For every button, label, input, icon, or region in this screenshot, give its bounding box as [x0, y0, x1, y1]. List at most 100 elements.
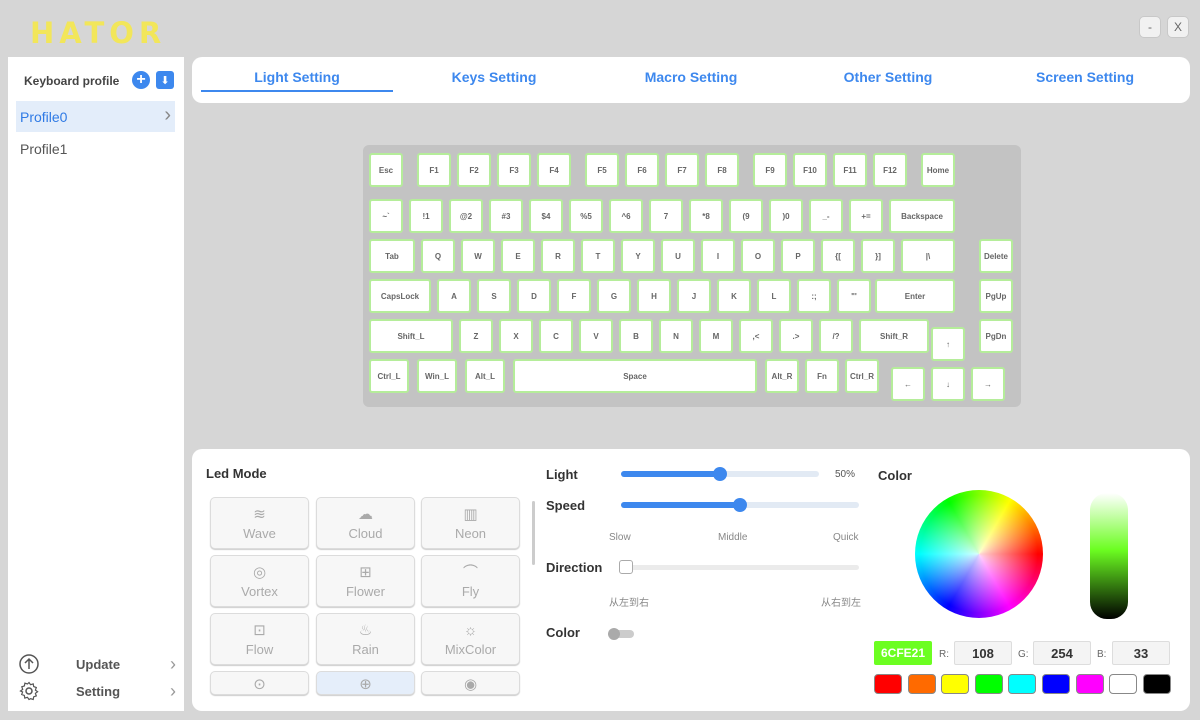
led-mode-rain[interactable]: ♨ Rain: [316, 613, 415, 665]
direction-slider[interactable]: [619, 560, 859, 574]
key[interactable]: V: [579, 319, 613, 353]
key[interactable]: A: [437, 279, 471, 313]
key[interactable]: G: [597, 279, 631, 313]
key[interactable]: PgDn: [979, 319, 1013, 353]
light-slider-knob[interactable]: [713, 467, 727, 481]
led-mode-item-11[interactable]: ⊕: [316, 671, 415, 695]
key[interactable]: Z: [459, 319, 493, 353]
direction-slider-knob[interactable]: [619, 560, 633, 574]
key[interactable]: +=: [849, 199, 883, 233]
key[interactable]: ^6: [609, 199, 643, 233]
led-mode-neon[interactable]: ▥ Neon: [421, 497, 520, 549]
r-input[interactable]: 108: [954, 641, 1012, 665]
key[interactable]: Ctrl_L: [369, 359, 409, 393]
key[interactable]: K: [717, 279, 751, 313]
key[interactable]: F8: [705, 153, 739, 187]
key[interactable]: Tab: [369, 239, 415, 273]
key[interactable]: F: [557, 279, 591, 313]
key[interactable]: →: [971, 367, 1005, 401]
tab-light-setting[interactable]: Light Setting: [201, 69, 393, 92]
import-profile-button[interactable]: ⬇: [156, 71, 174, 89]
led-mode-item-12[interactable]: ◉: [421, 671, 520, 695]
key[interactable]: M: [699, 319, 733, 353]
key[interactable]: F1: [417, 153, 451, 187]
color-swatch[interactable]: [1075, 674, 1104, 694]
close-button[interactable]: X: [1167, 16, 1189, 38]
color-swatch[interactable]: [974, 674, 1003, 694]
color-swatch[interactable]: [1042, 674, 1070, 694]
tab-other-setting[interactable]: Other Setting: [792, 69, 984, 85]
key[interactable]: .>: [779, 319, 813, 353]
color-swatch[interactable]: [1142, 674, 1171, 694]
key[interactable]: S: [477, 279, 511, 313]
key[interactable]: F6: [625, 153, 659, 187]
key[interactable]: D: [517, 279, 551, 313]
color-swatch[interactable]: [1109, 674, 1138, 694]
key[interactable]: )0: [769, 199, 803, 233]
key[interactable]: Space: [513, 359, 757, 393]
key[interactable]: Alt_L: [465, 359, 505, 393]
profile-item-0[interactable]: Profile0 ›: [16, 101, 175, 132]
key[interactable]: Backspace: [889, 199, 955, 233]
tab-screen-setting[interactable]: Screen Setting: [989, 69, 1181, 85]
key[interactable]: F11: [833, 153, 867, 187]
key[interactable]: F3: [497, 153, 531, 187]
key[interactable]: R: [541, 239, 575, 273]
key[interactable]: |\: [901, 239, 955, 273]
key[interactable]: Y: [621, 239, 655, 273]
key[interactable]: (9: [729, 199, 763, 233]
g-input[interactable]: 254: [1033, 641, 1091, 665]
led-mode-item-10[interactable]: ⊙: [210, 671, 309, 695]
update-row[interactable]: Update ›: [18, 652, 176, 676]
key[interactable]: L: [757, 279, 791, 313]
key[interactable]: :;: [797, 279, 831, 313]
hex-value[interactable]: 6CFE21: [874, 641, 932, 665]
key[interactable]: U: [661, 239, 695, 273]
key[interactable]: %5: [569, 199, 603, 233]
led-mode-fly[interactable]: ⌒ Fly: [421, 555, 520, 607]
key[interactable]: P: [781, 239, 815, 273]
led-mode-flower[interactable]: ⊞ Flower: [316, 555, 415, 607]
key[interactable]: PgUp: [979, 279, 1013, 313]
key[interactable]: X: [499, 319, 533, 353]
key[interactable]: E: [501, 239, 535, 273]
key[interactable]: F7: [665, 153, 699, 187]
led-mode-cloud[interactable]: ☁ Cloud: [316, 497, 415, 549]
key[interactable]: Q: [421, 239, 455, 273]
color-swatch[interactable]: [1008, 674, 1037, 694]
key[interactable]: ~`: [369, 199, 403, 233]
speed-slider[interactable]: [621, 498, 859, 512]
mode-scrollbar[interactable]: [532, 501, 535, 565]
b-input[interactable]: 33: [1112, 641, 1170, 665]
key[interactable]: Delete: [979, 239, 1013, 273]
key[interactable]: J: [677, 279, 711, 313]
key[interactable]: #3: [489, 199, 523, 233]
key[interactable]: Shift_R: [859, 319, 929, 353]
add-profile-button[interactable]: +: [132, 71, 150, 89]
setting-row[interactable]: Setting ›: [18, 679, 176, 703]
tab-keys-setting[interactable]: Keys Setting: [398, 69, 590, 85]
key[interactable]: {[: [821, 239, 855, 273]
key[interactable]: ,<: [739, 319, 773, 353]
key[interactable]: H: [637, 279, 671, 313]
key[interactable]: F2: [457, 153, 491, 187]
key[interactable]: $4: [529, 199, 563, 233]
key[interactable]: W: [461, 239, 495, 273]
key[interactable]: ←: [891, 367, 925, 401]
led-mode-wave[interactable]: ≋ Wave: [210, 497, 309, 549]
key[interactable]: _-: [809, 199, 843, 233]
key[interactable]: /?: [819, 319, 853, 353]
key[interactable]: Fn: [805, 359, 839, 393]
led-mode-mixcolor[interactable]: ☼ MixColor: [421, 613, 520, 665]
key[interactable]: Ctrl_R: [845, 359, 879, 393]
color-wheel[interactable]: [915, 490, 1043, 618]
key[interactable]: @2: [449, 199, 483, 233]
speed-slider-knob[interactable]: [733, 498, 747, 512]
color-swatch[interactable]: [874, 674, 902, 694]
profile-item-1[interactable]: Profile1: [16, 133, 175, 164]
brightness-bar[interactable]: [1090, 493, 1128, 619]
key[interactable]: O: [741, 239, 775, 273]
key[interactable]: F9: [753, 153, 787, 187]
key[interactable]: Enter: [875, 279, 955, 313]
tab-macro-setting[interactable]: Macro Setting: [595, 69, 787, 85]
